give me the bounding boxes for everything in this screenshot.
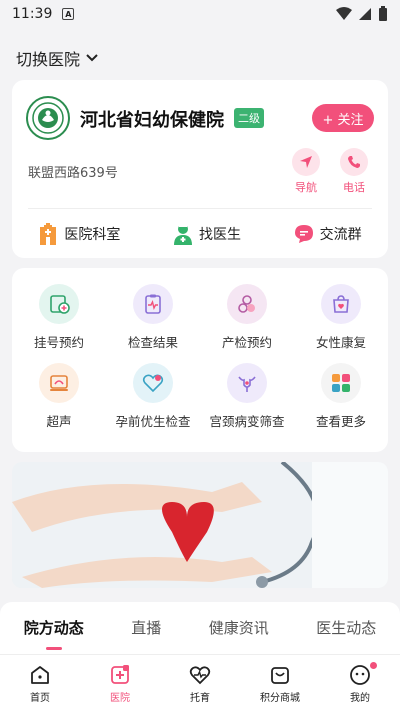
tab-health-info[interactable]: 健康资讯 <box>209 617 269 644</box>
service-label: 检查结果 <box>127 335 178 350</box>
ultrasound-icon <box>39 363 79 403</box>
divider <box>28 208 372 209</box>
call-label: 电话 <box>343 181 365 194</box>
prenatal-icon <box>227 284 267 324</box>
wifi-icon <box>336 7 352 20</box>
service-ultrasound[interactable]: 超声 <box>12 363 106 430</box>
nav-label: 我的 <box>350 692 370 704</box>
phone-icon <box>348 156 360 168</box>
follow-button[interactable]: + 关注 <box>312 104 374 132</box>
shop-bag-icon <box>271 666 289 684</box>
call-button[interactable]: 电话 <box>334 148 374 195</box>
service-results[interactable]: 检查结果 <box>106 284 200 351</box>
hospital-building-icon <box>40 223 57 245</box>
hospital-icon <box>111 664 129 684</box>
hospital-switch[interactable]: 切换医院 <box>16 46 98 70</box>
hospital-card: 河北省妇幼保健院 二级 + 关注 联盟西路639号 导航 电话 医院科室 找医生… <box>12 80 388 258</box>
chevron-down-icon <box>86 54 98 62</box>
hospital-address: 联盟西路639号 <box>28 166 118 181</box>
navigation-label: 导航 <box>295 181 317 194</box>
home-icon <box>31 665 49 684</box>
nav-label: 首页 <box>30 692 50 704</box>
service-cervical-screening[interactable]: 宫颈病变筛查 <box>200 363 294 430</box>
preconception-icon <box>133 363 173 403</box>
service-label: 查看更多 <box>315 414 366 429</box>
service-label: 产检预约 <box>221 335 272 350</box>
nav-hospital[interactable]: 医院 <box>85 664 155 704</box>
nav-childcare[interactable]: 托育 <box>165 664 235 704</box>
quick-link-departments[interactable]: 医院科室 <box>38 223 120 245</box>
tab-doctor-news[interactable]: 医生动态 <box>316 617 376 644</box>
doctor-icon <box>173 224 192 245</box>
quick-link-find-doctor[interactable]: 找医生 <box>173 223 241 245</box>
profile-face-icon <box>350 664 370 685</box>
nav-points-mall[interactable]: 积分商城 <box>245 664 315 704</box>
signal-icon <box>359 8 371 20</box>
quick-link-label: 交流群 <box>319 227 362 243</box>
rehab-bag-icon <box>321 284 361 324</box>
banner-heart-hands-illustration <box>12 462 388 588</box>
quick-link-label: 找医生 <box>198 227 241 243</box>
nav-label: 托育 <box>190 692 210 704</box>
navigation-arrow-icon <box>300 156 312 168</box>
nav-label: 积分商城 <box>260 692 300 704</box>
promo-banner[interactable] <box>12 462 388 588</box>
service-label: 孕前优生检查 <box>115 414 191 429</box>
notification-dot <box>370 661 377 669</box>
status-bar: 11:39 A <box>0 0 400 28</box>
tab-live[interactable]: 直播 <box>131 617 161 644</box>
nav-profile[interactable]: 我的 <box>325 661 395 704</box>
hospital-name: 河北省妇幼保健院 <box>80 110 224 131</box>
service-label: 女性康复 <box>315 335 366 350</box>
nav-label: 医院 <box>110 692 130 704</box>
service-prenatal[interactable]: 产检预约 <box>200 284 294 351</box>
service-female-rehab[interactable]: 女性康复 <box>294 284 388 351</box>
navigation-button[interactable]: 导航 <box>286 148 326 195</box>
quick-link-label: 医院科室 <box>64 227 121 243</box>
battery-icon <box>379 6 387 21</box>
quick-links: 医院科室 找医生 交流群 <box>12 220 388 248</box>
heart-pulse-icon <box>189 665 211 684</box>
chat-bubble-icon <box>294 225 313 243</box>
hospital-logo-icon <box>32 102 64 134</box>
service-label: 宫颈病变筛查 <box>209 414 285 429</box>
bottom-nav: 首页 医院 托育 积分商城 我的 <box>0 654 400 712</box>
appointment-icon <box>39 284 79 324</box>
tab-hospital-news[interactable]: 院方动态 <box>24 617 84 644</box>
more-grid-icon <box>321 363 361 403</box>
uterus-icon <box>227 363 267 403</box>
hospital-logo <box>26 96 70 140</box>
nav-home[interactable]: 首页 <box>5 664 75 704</box>
service-preconception[interactable]: 孕前优生检查 <box>106 363 200 430</box>
service-label: 超声 <box>46 414 72 429</box>
service-appointment[interactable]: 挂号预约 <box>12 284 106 351</box>
service-more[interactable]: 查看更多 <box>294 363 388 430</box>
hospital-switch-label: 切换医院 <box>16 50 81 69</box>
hospital-level-badge: 二级 <box>234 108 264 128</box>
services-card: 挂号预约 检查结果 产检预约 女性康复 超声 孕前优生检查 宫颈病变筛查 查看更… <box>12 268 388 452</box>
service-label: 挂号预约 <box>33 335 84 350</box>
news-tabs-card: 院方动态 直播 健康资讯 医生动态 <box>0 602 400 654</box>
quick-link-group-chat[interactable]: 交流群 <box>294 224 362 244</box>
status-time: 11:39 <box>12 6 53 22</box>
notification-icon: A <box>62 8 75 20</box>
report-icon <box>133 284 173 324</box>
